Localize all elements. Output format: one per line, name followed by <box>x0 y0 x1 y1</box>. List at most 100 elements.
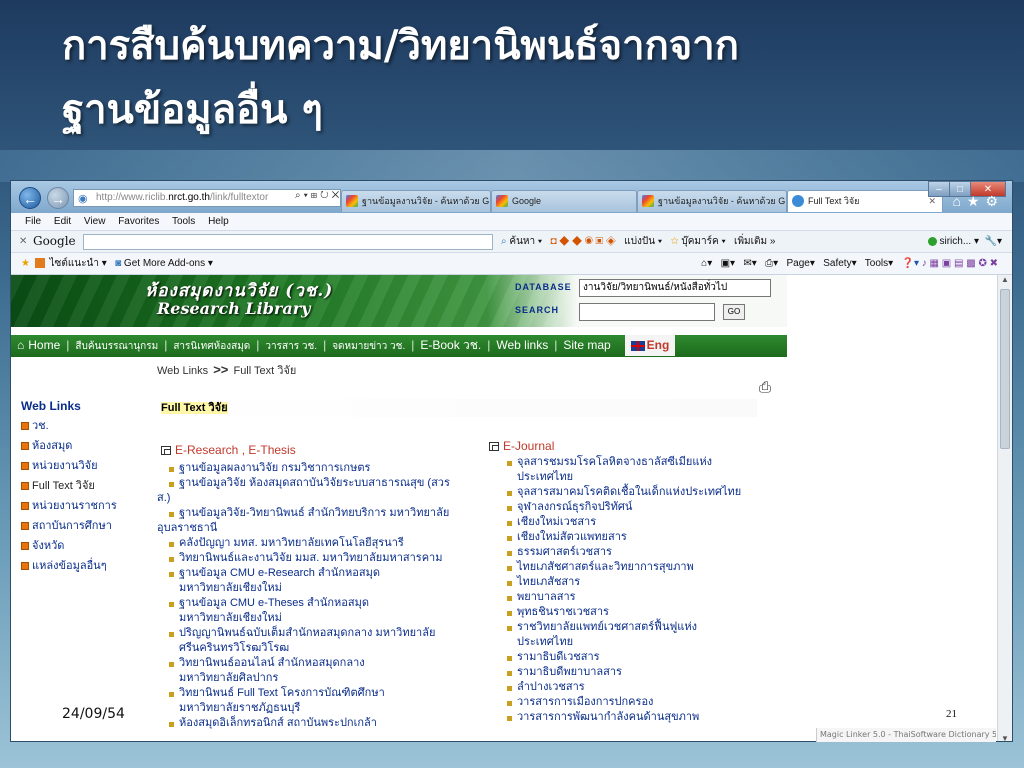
list-item-label: ไทยเภสัชศาสตร์และวิทยาการสุขภาพ <box>517 561 694 573</box>
nav-ebook[interactable]: E-Book วช. <box>414 335 487 356</box>
section-heading-text: E-Research , E-Thesis <box>175 443 296 457</box>
sidebar-item-label: สถาบันการศึกษา <box>32 520 112 532</box>
suggested-sites-link[interactable]: ไซต์แนะนำ <box>50 258 99 269</box>
page-menu[interactable]: Page <box>787 258 810 269</box>
google-account[interactable]: sirich... ▾ 🔧▾ <box>927 231 1002 252</box>
sidebar-item-province[interactable]: จังหวัด <box>21 536 151 556</box>
list-item[interactable]: ธรรมศาสตร์เวชสาร <box>507 545 787 560</box>
list-item[interactable]: จุลสารชมรมโรคโลหิตจางธาลัสซีเมียแห่ง <box>507 455 787 470</box>
sidebar-item-government[interactable]: หน่วยงานราชการ <box>21 496 151 516</box>
database-select[interactable]: งานวิจัย/วิทยานิพนธ์/หนังสือทั่วไป <box>579 279 771 297</box>
list-item[interactable]: คลังปัญญา มทส. มหาวิทยาลัยเทคโนโลยีสุรนา… <box>169 536 485 551</box>
menu-edit[interactable]: Edit <box>54 216 71 227</box>
tab-2[interactable]: Google <box>491 190 637 212</box>
google-search-button[interactable]: ค้นหา <box>509 236 535 247</box>
close-toolbar-icon[interactable]: ✕ <box>19 231 27 252</box>
slide-title-line-2: ฐานข้อมูลอื่น ๆ <box>62 86 323 133</box>
feeds-icon[interactable]: ▣▾ <box>721 258 735 269</box>
list-item[interactable]: ฐานข้อมูลวิจัย ห้องสมุดสถาบันวิจัยระบบสา… <box>169 476 485 491</box>
list-item[interactable]: จุฬาลงกรณ์ธุรกิจปริทัศน์ <box>507 500 787 515</box>
printer-icon[interactable]: ⎙ <box>759 379 771 396</box>
minimize-button[interactable]: – <box>928 181 950 197</box>
sidebar-item-library[interactable]: ห้องสมุด <box>21 436 151 456</box>
go-button[interactable]: GO <box>723 304 745 320</box>
sidebar-item-other-sources[interactable]: แหล่งข้อมูลอื่นๆ <box>21 556 151 576</box>
list-item-label: รามาธิบดีเวชสาร <box>517 651 600 663</box>
bookmarks-button[interactable]: บุ๊คมาร์ค <box>681 236 718 247</box>
favorites-star-icon[interactable]: ★ <box>21 258 30 269</box>
address-host: nrct.go.th <box>168 192 210 203</box>
list-item[interactable]: พยาบาลสาร <box>507 590 787 605</box>
bullet-icon <box>169 572 174 577</box>
nav-bibliography[interactable]: สืบค้นบรรณานุกรม <box>69 336 164 357</box>
scroll-down-icon[interactable]: ▼ <box>1001 734 1009 741</box>
home-star-gear-icons[interactable]: ⌂★⚙ <box>952 193 1004 210</box>
list-item[interactable]: รามาธิบดีพยาบาลสาร <box>507 665 787 680</box>
tab-active[interactable]: Full Text วิจัย ✕ <box>787 190 943 212</box>
nav-english[interactable]: Eng <box>624 335 676 356</box>
list-item[interactable]: เชียงใหม่สัตวแพทยสาร <box>507 530 787 545</box>
menu-tools[interactable]: Tools <box>172 216 195 227</box>
sidebar-item-education[interactable]: สถาบันการศึกษา <box>21 516 151 536</box>
help-icon[interactable]: ❓▾ <box>902 258 919 269</box>
list-item[interactable]: เชียงใหม่เวชสาร <box>507 515 787 530</box>
more-button[interactable]: เพิ่มเติม » <box>734 236 775 247</box>
home-icon[interactable]: ⌂▾ <box>701 258 712 269</box>
list-item-label: อุบลราชธานี <box>157 522 218 534</box>
list-item[interactable]: วารสารการพัฒนากำลังคนด้านสุขภาพ <box>507 710 787 725</box>
list-item[interactable]: วิทยานิพนธ์และงานวิจัย มมส. มหาวิทยาลัยม… <box>169 551 485 566</box>
share-button[interactable]: แบ่งปัน <box>624 236 655 247</box>
scroll-up-icon[interactable]: ▲ <box>1001 275 1009 284</box>
tab-1[interactable]: ฐานข้อมูลงานวิจัย - ค้นหาด้วย G... <box>341 190 491 212</box>
site-search-input[interactable] <box>579 303 715 321</box>
scrollbar-thumb[interactable] <box>1000 289 1010 449</box>
list-item[interactable]: วารสารการเมืองการปกครอง <box>507 695 787 710</box>
nav-library-info[interactable]: สารนิเทศห้องสมุด <box>167 336 256 357</box>
list-item[interactable]: วิทยานิพนธ์ Full Text โครงการบัณฑิตศึกษา <box>169 686 485 701</box>
tab-3[interactable]: ฐานข้อมูลงานวิจัย - ค้นหาด้วย G... <box>637 190 787 212</box>
mail-icon[interactable]: ✉▾ <box>743 258 756 269</box>
nav-web-links[interactable]: Web links <box>490 335 554 356</box>
address-tools[interactable]: ⌕▾⊞↻✕ <box>295 190 342 201</box>
nav-site-map[interactable]: Site map <box>557 335 616 356</box>
nav-home[interactable]: Home <box>26 335 66 356</box>
list-item[interactable]: รามาธิบดีเวชสาร <box>507 650 787 665</box>
vertical-scrollbar[interactable]: ▲ ▼ <box>997 275 1012 741</box>
list-item[interactable]: ฐานข้อมูลผลงานวิจัย กรมวิชาการเกษตร <box>169 461 485 476</box>
list-item[interactable]: ห้องสมุดอิเล็กทรอนิกส์ สถาบันพระปกเกล้า <box>169 716 485 731</box>
list-item[interactable]: ลำปางเวชสาร <box>507 680 787 695</box>
breadcrumb-web-links[interactable]: Web Links <box>157 365 208 377</box>
toolbar-icons[interactable]: ◘ ◆ ◆ ◉ ▣ ◈ <box>550 236 615 247</box>
list-item[interactable]: ปริญญานิพนธ์ฉบับเต็มสำนักหอสมุดกลาง มหาว… <box>169 626 485 641</box>
forward-button[interactable]: → <box>47 187 69 209</box>
nav-journal[interactable]: วารสาร วช. <box>259 336 323 357</box>
list-item[interactable]: ราชวิทยาลัยแพทย์เวชศาสตร์ฟื้นฟูแห่ง <box>507 620 787 635</box>
list-item[interactable]: ไทยเภสัชศาสตร์และวิทยาการสุขภาพ <box>507 560 787 575</box>
extension-icons[interactable]: ♪ ▦ ▣ ▤ ▩ ✪ ✖ <box>922 258 998 269</box>
back-button[interactable]: ← <box>19 187 41 209</box>
list-item[interactable]: จุลสารสมาคมโรคติดเชื้อในเด็กแห่งประเทศไท… <box>507 485 787 500</box>
list-item[interactable]: พุทธชินราชเวชสาร <box>507 605 787 620</box>
menu-help[interactable]: Help <box>208 216 229 227</box>
list-item-label: ศรีนครินทรวิโรฒวิโรฒ <box>179 642 290 654</box>
tools-menu[interactable]: Tools <box>865 258 888 269</box>
bullet-icon <box>21 422 29 431</box>
list-item[interactable]: ฐานข้อมูล CMU e-Theses สำนักหอสมุด <box>169 596 485 611</box>
safety-menu[interactable]: Safety <box>823 258 851 269</box>
menu-file[interactable]: File <box>25 216 41 227</box>
menu-view[interactable]: View <box>84 216 106 227</box>
list-item[interactable]: ฐานข้อมูลวิจัย-วิทยานิพนธ์ สำนักวิทยบริก… <box>169 506 485 521</box>
list-item[interactable]: ฐานข้อมูล CMU e-Research สำนักหอสมุด <box>169 566 485 581</box>
sidebar-item-nrct[interactable]: วช. <box>21 416 151 436</box>
favorites-left: ★ ไซต์แนะนำ ▾ ◙ Get More Add-ons ▾ <box>21 258 213 269</box>
nav-newsletter[interactable]: จดหมายข่าว วช. <box>326 336 411 357</box>
print-icon[interactable]: ⎙▾ <box>765 258 778 269</box>
list-item[interactable]: วิทยานิพนธ์ออนไลน์ สำนักหอสมุดกลาง <box>169 656 485 671</box>
sidebar-item-fulltext[interactable]: Full Text วิจัย <box>21 476 151 496</box>
menu-favorites[interactable]: Favorites <box>118 216 159 227</box>
list-item[interactable]: ไทยเภสัชสาร <box>507 575 787 590</box>
sidebar-item-research-units[interactable]: หน่วยงานวิจัย <box>21 456 151 476</box>
addons-link[interactable]: Get More Add-ons <box>124 258 205 269</box>
database-label: DATABASE <box>515 282 572 292</box>
google-search-input[interactable] <box>83 234 493 250</box>
